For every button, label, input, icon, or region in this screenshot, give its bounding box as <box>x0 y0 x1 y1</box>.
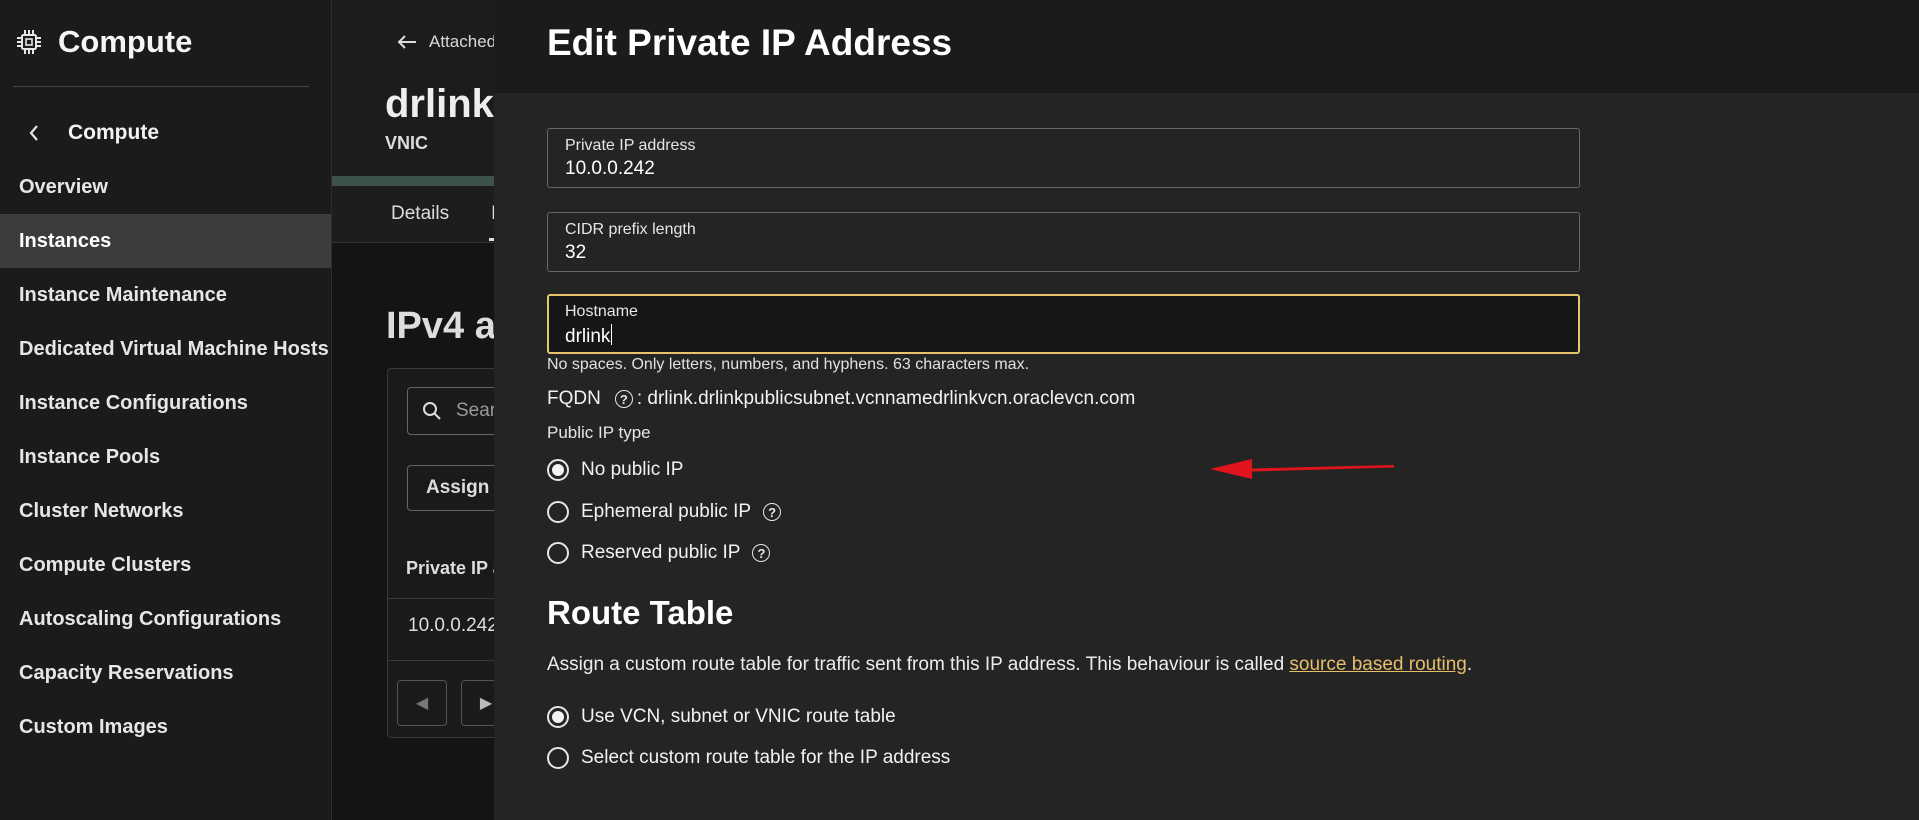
search-icon <box>423 402 441 420</box>
column-header-private-ip: Private IP a <box>406 558 503 578</box>
private-ip-label: Private IP address <box>565 137 696 154</box>
hostname-label: Hostname <box>565 303 638 320</box>
tab-details[interactable]: Details <box>391 203 449 225</box>
radio-custom-route-table[interactable]: Select custom route table for the IP add… <box>547 747 950 769</box>
private-ip-field[interactable]: Private IP address 10.0.0.242 <box>547 128 1580 188</box>
help-question-icon[interactable]: ? <box>752 544 771 562</box>
text-caret <box>611 324 613 345</box>
sidebar-item-instance-configurations[interactable]: Instance Configurations <box>0 376 331 430</box>
cidr-prefix-field[interactable]: CIDR prefix length 32 <box>547 212 1580 272</box>
annotation-arrow-icon <box>1210 459 1394 479</box>
radio-unchecked-icon[interactable] <box>547 501 569 523</box>
sidebar-nav: Overview Instances Instance Maintenance … <box>0 160 331 754</box>
ipv4-section-title: IPv4 a <box>386 305 496 347</box>
page-title: drlink <box>385 82 494 126</box>
fqdn-row: FQDN ? : drlink.drlinkpublicsubnet.vcnna… <box>547 388 1135 410</box>
route-table-description: Assign a custom route table for traffic … <box>547 654 1472 676</box>
sidebar-item-overview[interactable]: Overview <box>0 160 331 214</box>
chevron-left-icon <box>29 125 38 141</box>
radio-reserved-public-ip[interactable]: Reserved public IP ? <box>547 542 771 564</box>
sidebar-item-capacity-reservations[interactable]: Capacity Reservations <box>0 646 331 700</box>
sidebar-back-label: Compute <box>68 121 159 144</box>
sidebar-back-link[interactable]: Compute <box>28 117 159 149</box>
private-ip-value: 10.0.0.242 <box>565 158 655 179</box>
route-table-description-text: Assign a custom route table for traffic … <box>547 654 1290 675</box>
chip-icon <box>17 30 41 54</box>
hostname-help-text: No spaces. Only letters, numbers, and hy… <box>547 356 1030 373</box>
radio-use-vcn-route-table[interactable]: Use VCN, subnet or VNIC route table <box>547 706 896 728</box>
radio-unchecked-icon[interactable] <box>547 747 569 769</box>
radio-no-public-ip[interactable]: No public IP <box>547 459 683 481</box>
sidebar-divider <box>13 86 309 87</box>
sidebar-item-custom-images[interactable]: Custom Images <box>0 700 331 754</box>
pagination-prev-button[interactable]: ◀ <box>397 680 447 726</box>
header-banner <box>332 176 500 186</box>
sidebar-item-instance-pools[interactable]: Instance Pools <box>0 430 331 484</box>
radio-ephemeral-public-ip[interactable]: Ephemeral public IP ? <box>547 501 782 523</box>
source-based-routing-link[interactable]: source based routing <box>1289 654 1466 675</box>
panel-title: Edit Private IP Address <box>547 22 953 63</box>
arrow-left-icon <box>397 35 416 49</box>
fqdn-label: FQDN <box>547 388 601 409</box>
sidebar-item-cluster-networks[interactable]: Cluster Networks <box>0 484 331 538</box>
table-cell-private-ip: 10.0.0.242 <box>408 615 498 636</box>
hostname-value: drlink <box>565 326 611 347</box>
radio-label: Use VCN, subnet or VNIC route table <box>581 706 896 727</box>
edit-private-ip-panel: Edit Private IP Address Private IP addre… <box>494 0 1919 820</box>
public-ip-type-label: Public IP type <box>547 423 651 442</box>
back-to-attached-link[interactable]: Attached <box>397 32 496 52</box>
radio-label: Select custom route table for the IP add… <box>581 747 951 768</box>
fqdn-value: : drlink.drlinkpublicsubnet.vcnnamedrlin… <box>636 388 1136 409</box>
hostname-value-wrap: drlink <box>565 324 613 348</box>
sidebar: Compute Compute Overview Instances Insta… <box>0 0 332 820</box>
route-table-description-suffix: . <box>1466 654 1473 675</box>
radio-label: Reserved public IP <box>581 542 741 563</box>
page-subtitle: VNIC <box>385 133 429 153</box>
sidebar-brand: Compute <box>14 22 192 62</box>
radio-unchecked-icon[interactable] <box>547 542 569 564</box>
route-table-title: Route Table <box>547 594 734 631</box>
radio-label: No public IP <box>581 459 684 480</box>
sidebar-brand-label: Compute <box>58 24 193 59</box>
sidebar-item-compute-clusters[interactable]: Compute Clusters <box>0 538 331 592</box>
help-question-icon[interactable]: ? <box>614 390 633 408</box>
search-placeholder: Sear <box>456 400 497 421</box>
radio-checked-icon[interactable] <box>547 706 569 728</box>
sidebar-item-dedicated-vm-hosts[interactable]: Dedicated Virtual Machine Hosts <box>0 322 331 376</box>
hostname-field[interactable]: Hostname drlink <box>547 294 1580 354</box>
radio-label: Ephemeral public IP <box>581 501 752 522</box>
sidebar-item-instances[interactable]: Instances <box>0 214 331 268</box>
back-link-label: Attached <box>429 32 497 51</box>
help-question-icon[interactable]: ? <box>763 503 782 521</box>
sidebar-item-autoscaling-configurations[interactable]: Autoscaling Configurations <box>0 592 331 646</box>
cidr-prefix-value: 32 <box>565 242 587 263</box>
sidebar-item-instance-maintenance[interactable]: Instance Maintenance <box>0 268 331 322</box>
radio-checked-icon[interactable] <box>547 459 569 481</box>
cidr-prefix-label: CIDR prefix length <box>565 221 696 238</box>
